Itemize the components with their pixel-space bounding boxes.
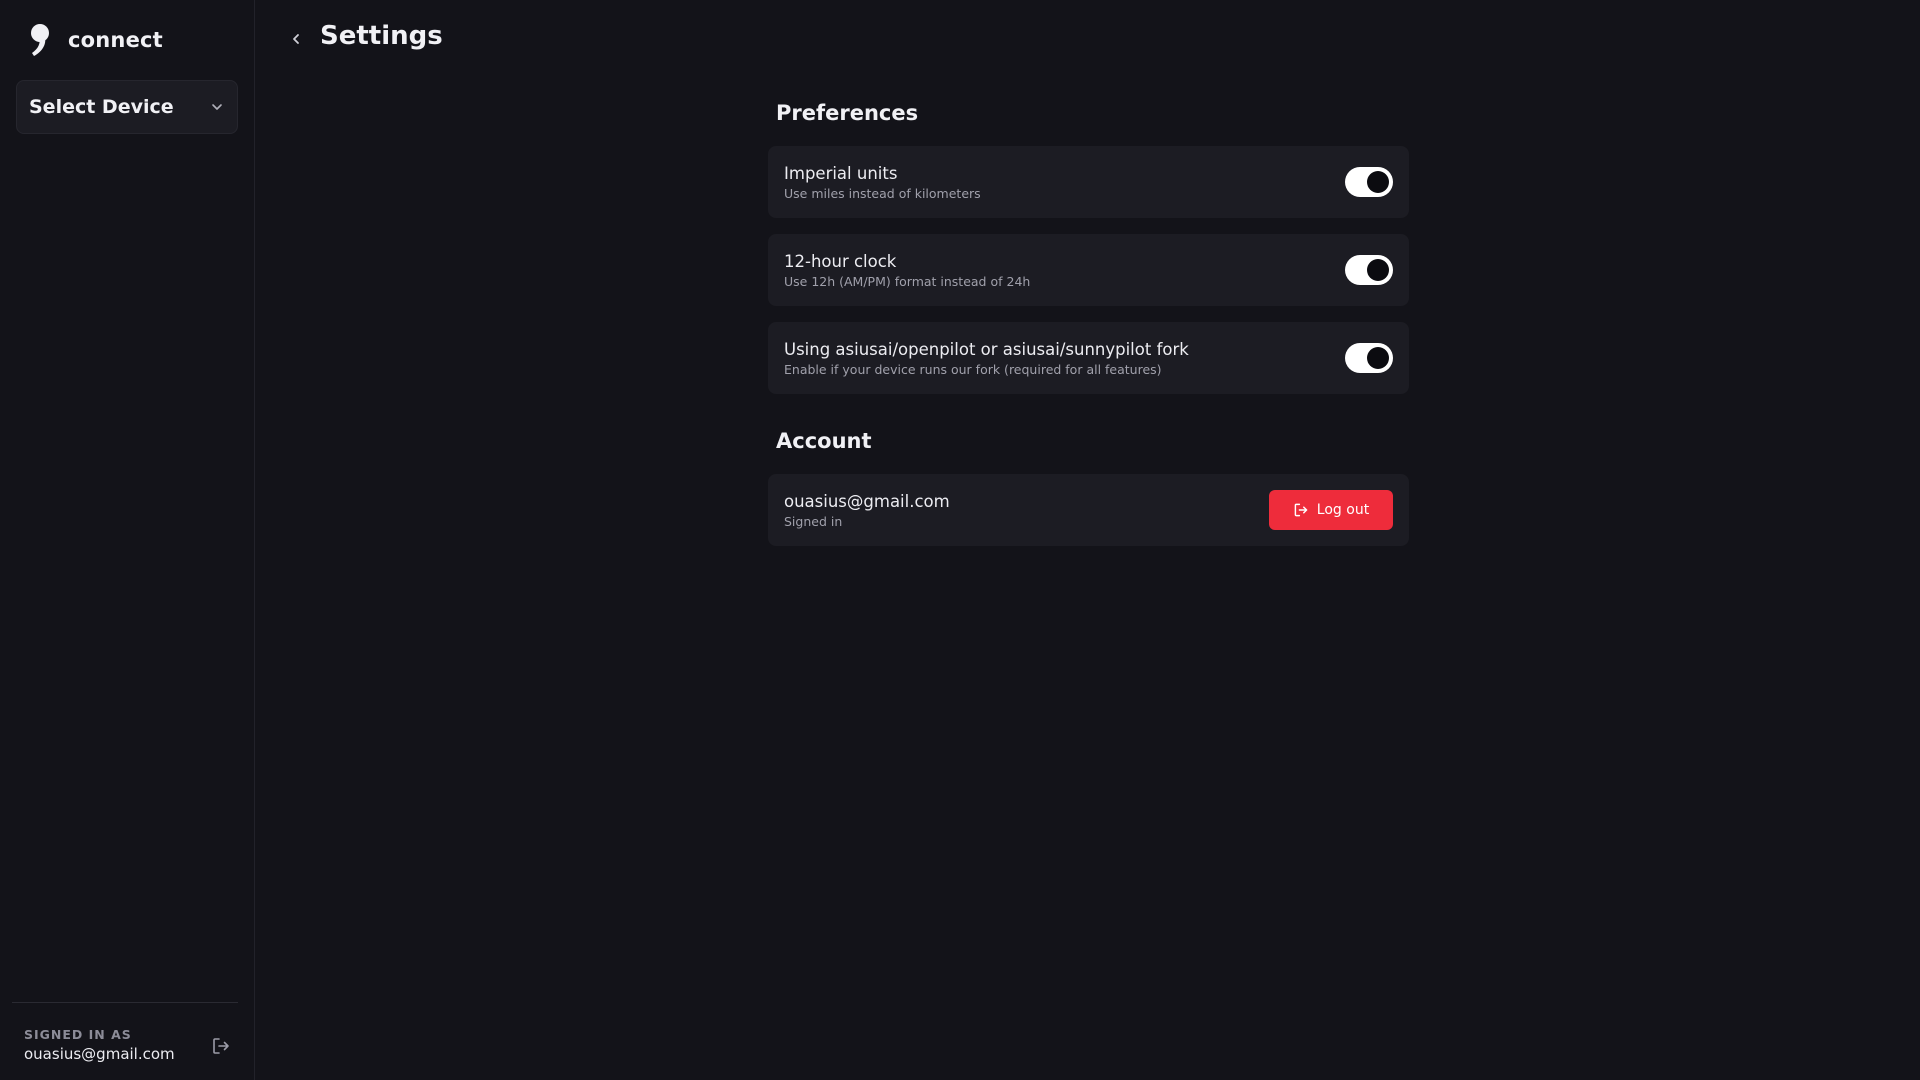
setting-12-hour-clock: 12-hour clock Use 12h (AM/PM) format ins… bbox=[768, 234, 1409, 306]
setting-imperial-units: Imperial units Use miles instead of kilo… bbox=[768, 146, 1409, 218]
logout-button[interactable]: Log out bbox=[1269, 490, 1393, 530]
device-select-dropdown[interactable]: Select Device bbox=[16, 80, 238, 134]
settings-content: Preferences Imperial units Use miles ins… bbox=[768, 96, 1409, 546]
setting-title: Imperial units bbox=[784, 164, 898, 183]
logout-icon bbox=[1294, 503, 1308, 517]
imperial-units-toggle[interactable] bbox=[1345, 167, 1393, 197]
chevron-down-icon bbox=[212, 104, 222, 110]
toggle-knob bbox=[1367, 171, 1389, 193]
app-root: connect Select Device SIGNED IN AS ouasi… bbox=[0, 0, 1920, 1080]
logout-icon bbox=[213, 1038, 229, 1054]
account-status: Signed in bbox=[784, 514, 843, 529]
chevron-left-icon bbox=[293, 34, 299, 44]
fork-toggle[interactable] bbox=[1345, 343, 1393, 373]
preferences-heading: Preferences bbox=[776, 101, 919, 125]
brand-name: connect bbox=[68, 28, 163, 52]
setting-text: 12-hour clock Use 12h (AM/PM) format ins… bbox=[784, 252, 1030, 290]
setting-description: Use miles instead of kilometers bbox=[784, 186, 981, 201]
sidebar: connect Select Device SIGNED IN AS ouasi… bbox=[0, 0, 255, 1080]
page-title: Settings bbox=[320, 21, 443, 51]
setting-title: Using asiusai/openpilot or asiusai/sunny… bbox=[784, 340, 1189, 359]
sidebar-logout-button[interactable] bbox=[210, 1035, 232, 1057]
account-email: ouasius@gmail.com bbox=[784, 492, 950, 511]
toggle-knob bbox=[1367, 259, 1389, 281]
device-select-label: Select Device bbox=[29, 96, 174, 118]
signed-in-label: SIGNED IN AS bbox=[24, 1027, 132, 1042]
logout-button-label: Log out bbox=[1316, 502, 1370, 518]
setting-description: Use 12h (AM/PM) format instead of 24h bbox=[784, 274, 1031, 289]
sidebar-footer: SIGNED IN AS ouasius@gmail.com bbox=[12, 1002, 238, 1080]
setting-fork: Using asiusai/openpilot or asiusai/sunny… bbox=[768, 322, 1409, 394]
account-heading: Account bbox=[776, 429, 872, 453]
account-text: ouasius@gmail.com Signed in bbox=[784, 492, 950, 530]
setting-description: Enable if your device runs our fork (req… bbox=[784, 362, 1162, 377]
account-card: ouasius@gmail.com Signed in Log out bbox=[768, 474, 1409, 546]
setting-title: 12-hour clock bbox=[784, 252, 897, 271]
brand[interactable]: connect bbox=[28, 22, 163, 58]
toggle-knob bbox=[1367, 347, 1389, 369]
comma-logo-icon bbox=[31, 24, 49, 56]
page-header: Settings bbox=[256, 0, 1920, 78]
setting-text: Imperial units Use miles instead of kilo… bbox=[784, 164, 981, 202]
setting-text: Using asiusai/openpilot or asiusai/sunny… bbox=[784, 340, 1189, 378]
12-hour-clock-toggle[interactable] bbox=[1345, 255, 1393, 285]
signed-in-email: ouasius@gmail.com bbox=[24, 1045, 175, 1063]
back-button[interactable] bbox=[286, 29, 306, 49]
